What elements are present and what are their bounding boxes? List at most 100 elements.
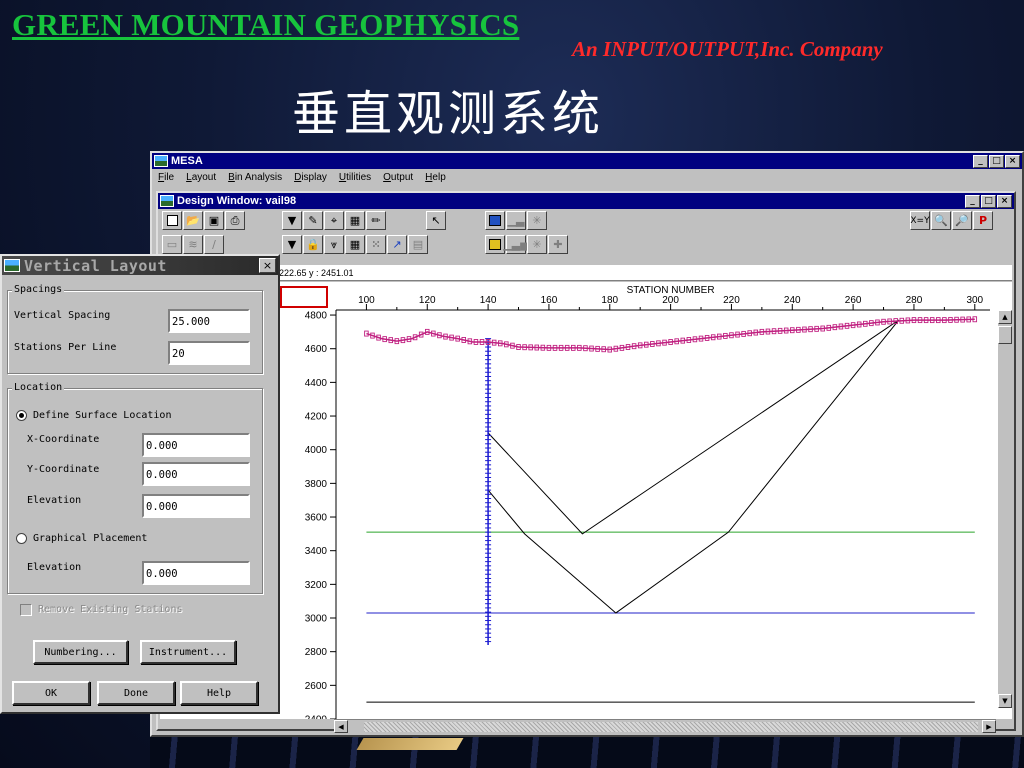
define-surface-radio[interactable]: [16, 410, 27, 421]
x-tick-label: 280: [906, 295, 923, 306]
elevation-label: Elevation: [27, 495, 82, 506]
horizontal-scrollbar[interactable]: ◀ ▶: [334, 719, 996, 733]
bars-icon[interactable]: ▁▃▅: [503, 235, 529, 254]
help-button[interactable]: Help: [180, 681, 258, 705]
menu-output[interactable]: Output: [383, 172, 413, 183]
company-title: GREEN MOUNTAIN GEOPHYSICS: [12, 7, 520, 42]
menu-layout[interactable]: Layout: [186, 172, 216, 183]
save-icon[interactable]: ▣: [204, 211, 224, 230]
mesa-titlebar[interactable]: MESA _ □ ×: [152, 153, 1022, 169]
contour-icon[interactable]: ≋: [183, 235, 203, 254]
scroll-down-icon[interactable]: ▼: [998, 694, 1012, 708]
source-tool-icon[interactable]: ✎: [303, 211, 323, 230]
menu-utilities[interactable]: Utilities: [339, 172, 371, 183]
mesa-title: MESA: [171, 155, 203, 167]
remove-existing-label: Remove Existing Stations: [38, 604, 183, 615]
gold-accent: [356, 738, 464, 750]
open-folder-icon[interactable]: 📂: [183, 211, 203, 230]
design-titlebar[interactable]: Design Window: vail98 _ □ ×: [158, 193, 1014, 209]
y-coordinate-field[interactable]: 0.000: [142, 462, 250, 486]
stations-per-line-field[interactable]: 20: [168, 341, 250, 365]
y-tick-label: 2600: [305, 681, 328, 692]
menu-file[interactable]: File: [158, 172, 174, 183]
mesa-window-controls: _ □ ×: [973, 154, 1020, 168]
horizontal-scroll-track[interactable]: [364, 722, 978, 732]
star-icon[interactable]: ✳: [527, 235, 547, 254]
frame-icon[interactable]: [485, 235, 505, 254]
vertical-scroll-thumb[interactable]: [998, 326, 1012, 344]
layer-icon[interactable]: ▭: [162, 235, 182, 254]
close-button[interactable]: ×: [1005, 154, 1020, 168]
graphical-placement-label: Graphical Placement: [33, 533, 148, 544]
grid-tool-icon[interactable]: ▦: [345, 211, 365, 230]
receiver-marker-icon[interactable]: ▼: [282, 235, 302, 254]
vertical-scrollbar[interactable]: ▲ ▼: [998, 310, 1012, 708]
scatter-icon[interactable]: ⁙: [366, 235, 386, 254]
ray-path-1: [487, 319, 900, 535]
x-tick-label: 300: [966, 295, 983, 306]
numbering-icon[interactable]: ↗: [387, 235, 407, 254]
new-file-icon[interactable]: [162, 211, 182, 230]
y-tick-label: 4400: [305, 378, 328, 389]
lock-icon[interactable]: 🔒: [303, 235, 323, 254]
spider-icon[interactable]: ✳: [527, 211, 547, 230]
dialog-close-button[interactable]: ×: [259, 258, 276, 273]
histogram-icon[interactable]: ▁▃: [506, 211, 526, 230]
menu-help[interactable]: Help: [425, 172, 446, 183]
patch-tool-icon[interactable]: ⌖: [324, 211, 344, 230]
done-button[interactable]: Done: [97, 681, 175, 705]
background-stripes-bottom: [150, 732, 1024, 768]
elevation-2-field[interactable]: 0.000: [142, 561, 250, 585]
angle-icon[interactable]: ∕: [204, 235, 224, 254]
x-tick-label: 140: [480, 295, 497, 306]
print-plot-icon[interactable]: P: [973, 211, 993, 230]
equal-scale-icon[interactable]: X=Y: [910, 211, 930, 230]
design-plot-area[interactable]: STATION NUMBER 100 120 140 160 180 200 220 240 26…: [160, 282, 1012, 719]
x-coordinate-field[interactable]: 0.000: [142, 433, 250, 457]
x-tick-label: 220: [723, 295, 740, 306]
y-tick-label: 3400: [305, 546, 328, 557]
graphical-placement-radio[interactable]: [16, 533, 27, 544]
dialog-titlebar[interactable]: Vertical Layout: [2, 256, 278, 275]
design-minimize-button[interactable]: _: [965, 194, 980, 208]
y-tick-label: 4000: [305, 445, 328, 456]
display-window-icon[interactable]: [485, 211, 505, 230]
menu-display[interactable]: Display: [294, 172, 327, 183]
remove-existing-checkbox[interactable]: [20, 604, 32, 616]
maximize-button[interactable]: □: [989, 154, 1004, 168]
ok-button[interactable]: OK: [12, 681, 90, 705]
print-icon[interactable]: ⎙: [225, 211, 245, 230]
scroll-left-icon[interactable]: ◀: [334, 720, 348, 733]
slide-title: 垂直观测系统: [292, 86, 605, 142]
scroll-up-icon[interactable]: ▲: [998, 310, 1012, 324]
numbering-button[interactable]: Numbering...: [33, 640, 128, 664]
zoom-out-icon[interactable]: 🔍: [931, 211, 951, 230]
elevation-field[interactable]: 0.000: [142, 494, 250, 518]
design-close-button[interactable]: ×: [997, 194, 1012, 208]
design-window-controls: _ □ ×: [965, 194, 1012, 208]
x-tick-label: 100: [358, 295, 375, 306]
zoom-in-icon[interactable]: 🔎: [952, 211, 972, 230]
y-tick-label: 3000: [305, 614, 328, 625]
vertical-layout-dialog: Vertical Layout × Spacings Vertical Spac…: [0, 254, 280, 714]
menu-bin-analysis[interactable]: Bin Analysis: [228, 172, 282, 183]
x-tick-label: 240: [784, 295, 801, 306]
design-maximize-button[interactable]: □: [981, 194, 996, 208]
y-tick-label: 2400: [305, 715, 328, 720]
edit-tool-icon[interactable]: ✏: [366, 211, 386, 230]
minimize-button[interactable]: _: [973, 154, 988, 168]
scroll-right-icon[interactable]: ▶: [982, 720, 996, 733]
location-label: Location: [12, 382, 65, 393]
bin-grid-icon[interactable]: ▦: [345, 235, 365, 254]
ray-path-2: [487, 319, 900, 614]
template-icon[interactable]: ⩔: [324, 235, 344, 254]
x-tick-label: 180: [601, 295, 618, 306]
plus-marker-icon[interactable]: ✚: [548, 235, 568, 254]
x-tick-label: 120: [419, 295, 436, 306]
toolbar-row-2: ▭ ≋ ∕ ▼ 🔒 ⩔ ▦ ⁙ ↗ ▤ ▁▃▅ ✳ ✚: [160, 235, 1012, 257]
table-icon[interactable]: ▤: [408, 235, 428, 254]
vertical-spacing-field[interactable]: 25.000: [168, 309, 250, 333]
receiver-tool-icon[interactable]: ▼: [282, 211, 302, 230]
move-cursor-icon[interactable]: ↖: [426, 211, 446, 230]
instrument-button[interactable]: Instrument...: [140, 640, 236, 664]
